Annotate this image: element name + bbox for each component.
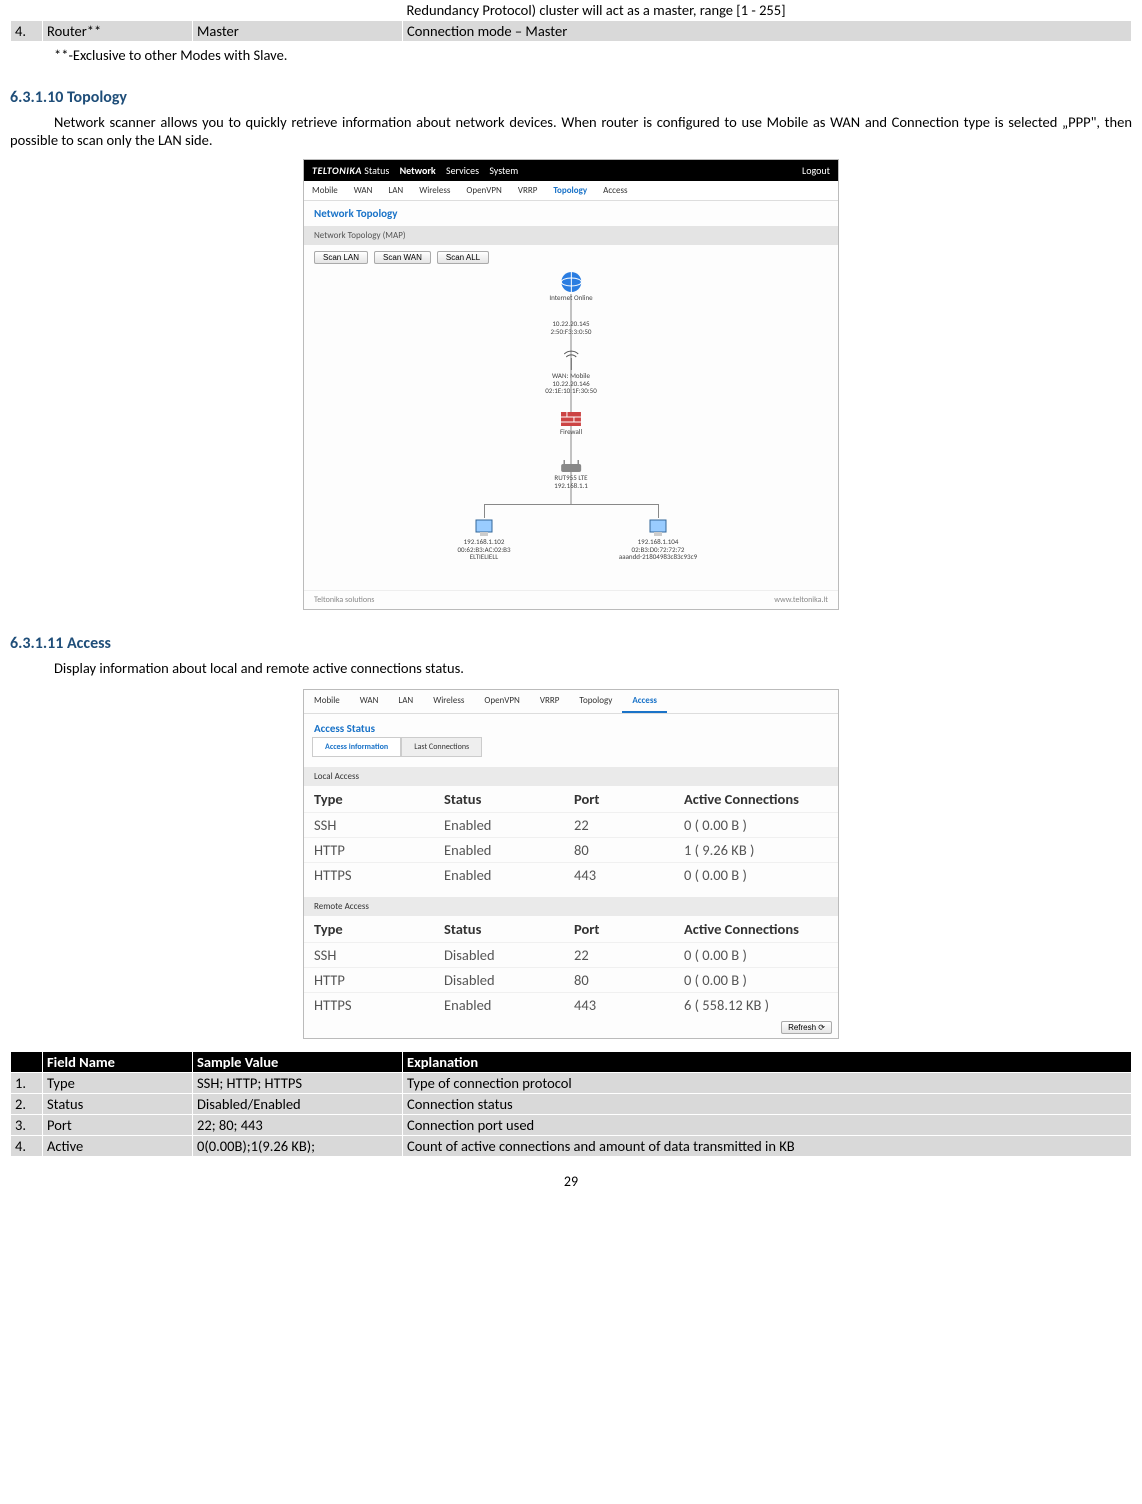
table-row: HTTPDisabled800 ( 0.00 B ) bbox=[304, 968, 838, 993]
footnote: **-Exclusive to other Modes with Slave. bbox=[10, 46, 1132, 64]
globe-icon bbox=[559, 270, 583, 294]
brand-logo: TELTONIKA bbox=[312, 164, 362, 177]
table-row: HTTPSEnabled4430 ( 0.00 B ) bbox=[304, 863, 838, 888]
nav-status[interactable]: Status bbox=[364, 164, 389, 177]
pc-icon bbox=[647, 518, 669, 538]
section-heading-topology: 6.3.1.10 Topology bbox=[10, 88, 1132, 107]
top-nav: Status Network Services System bbox=[364, 164, 526, 177]
nav-network[interactable]: Network bbox=[400, 164, 436, 177]
table-row: 1.TypeSSH; HTTP; HTTPSType of connection… bbox=[11, 1073, 1132, 1094]
table-row: HTTPEnabled801 ( 9.26 KB ) bbox=[304, 838, 838, 863]
table-row: 2.StatusDisabled/EnabledConnection statu… bbox=[11, 1094, 1132, 1115]
tab-access[interactable]: Access bbox=[595, 181, 635, 200]
local-access-table: Type Status Port Active Connections SSHE… bbox=[304, 786, 838, 887]
subtabs: Mobile WAN LAN Wireless OpenVPN VRRP Top… bbox=[304, 181, 838, 201]
local-access-header: Local Access bbox=[304, 767, 838, 786]
table-row: 4.Active0(0.00B);1(9.26 KB);Count of act… bbox=[11, 1136, 1132, 1157]
page-number: 29 bbox=[10, 1173, 1132, 1190]
scan-lan-button[interactable]: Scan LAN bbox=[314, 251, 368, 264]
tab-wan[interactable]: WAN bbox=[346, 181, 381, 200]
subtab-access-info[interactable]: Access information bbox=[312, 737, 401, 757]
scan-all-button[interactable]: Scan ALL bbox=[437, 251, 489, 264]
tab-wireless[interactable]: Wireless bbox=[411, 181, 458, 200]
tab-mobile[interactable]: Mobile bbox=[304, 690, 350, 713]
topology-map: Internet Online 10.22.20.145 2:50:F3:3:0… bbox=[304, 270, 838, 590]
access-screenshot: Mobile WAN LAN Wireless OpenVPN VRRP Top… bbox=[303, 689, 839, 1039]
table-row: Redundancy Protocol) cluster will act as… bbox=[11, 0, 1132, 21]
tab-lan[interactable]: LAN bbox=[388, 690, 423, 713]
pc-icon bbox=[473, 518, 495, 538]
top-table: Redundancy Protocol) cluster will act as… bbox=[10, 0, 1132, 42]
firewall-icon bbox=[561, 410, 581, 428]
tab-mobile[interactable]: Mobile bbox=[304, 181, 346, 200]
panel-subtitle: Network Topology (MAP) bbox=[304, 226, 838, 245]
tab-wireless[interactable]: Wireless bbox=[423, 690, 474, 713]
tab-openvpn[interactable]: OpenVPN bbox=[474, 690, 529, 713]
tab-lan[interactable]: LAN bbox=[380, 181, 411, 200]
table-header-row: Field Name Sample Value Explanation bbox=[11, 1052, 1132, 1073]
antenna-icon bbox=[560, 350, 582, 372]
router-icon bbox=[559, 460, 583, 474]
tab-access[interactable]: Access bbox=[622, 690, 667, 713]
nav-services[interactable]: Services bbox=[446, 164, 479, 177]
access-title: Access Status bbox=[304, 714, 838, 737]
topology-screenshot: TELTONIKA Status Network Services System… bbox=[303, 159, 839, 610]
table-row: HTTPSEnabled4436 ( 558.12 KB ) bbox=[304, 993, 838, 1018]
table-row: SSHDisabled220 ( 0.00 B ) bbox=[304, 943, 838, 968]
table-row: SSHEnabled220 ( 0.00 B ) bbox=[304, 813, 838, 838]
table-row: 3.Port22; 80; 443Connection port used bbox=[11, 1115, 1132, 1136]
remote-access-header: Remote Access bbox=[304, 897, 838, 916]
nav-system[interactable]: System bbox=[489, 164, 518, 177]
tab-vrrp[interactable]: VRRP bbox=[510, 181, 546, 200]
topology-paragraph: Network scanner allows you to quickly re… bbox=[10, 113, 1132, 149]
subtab-last-connections[interactable]: Last Connections bbox=[401, 737, 482, 757]
logout-link[interactable]: Logout bbox=[802, 164, 830, 177]
prev-explanation: Redundancy Protocol) cluster will act as… bbox=[403, 0, 1132, 21]
panel-title: Network Topology bbox=[304, 201, 838, 226]
tab-vrrp[interactable]: VRRP bbox=[530, 690, 570, 713]
access-paragraph: Display information about local and remo… bbox=[10, 659, 1132, 677]
scan-wan-button[interactable]: Scan WAN bbox=[374, 251, 431, 264]
refresh-button[interactable]: Refresh ⟳ bbox=[781, 1021, 832, 1034]
section-heading-access: 6.3.1.11 Access bbox=[10, 634, 1132, 653]
tab-wan[interactable]: WAN bbox=[350, 690, 389, 713]
footer-left: Teltonika solutions bbox=[314, 595, 374, 605]
tab-openvpn[interactable]: OpenVPN bbox=[458, 181, 509, 200]
footer-right: www.teltonika.lt bbox=[774, 595, 828, 605]
access-fields-table: Field Name Sample Value Explanation 1.Ty… bbox=[10, 1051, 1132, 1157]
table-row: 4. Router** Master Connection mode – Mas… bbox=[11, 21, 1132, 42]
tab-topology[interactable]: Topology bbox=[569, 690, 622, 713]
remote-access-table: Type Status Port Active Connections SSHD… bbox=[304, 916, 838, 1017]
tab-topology[interactable]: Topology bbox=[545, 181, 595, 200]
